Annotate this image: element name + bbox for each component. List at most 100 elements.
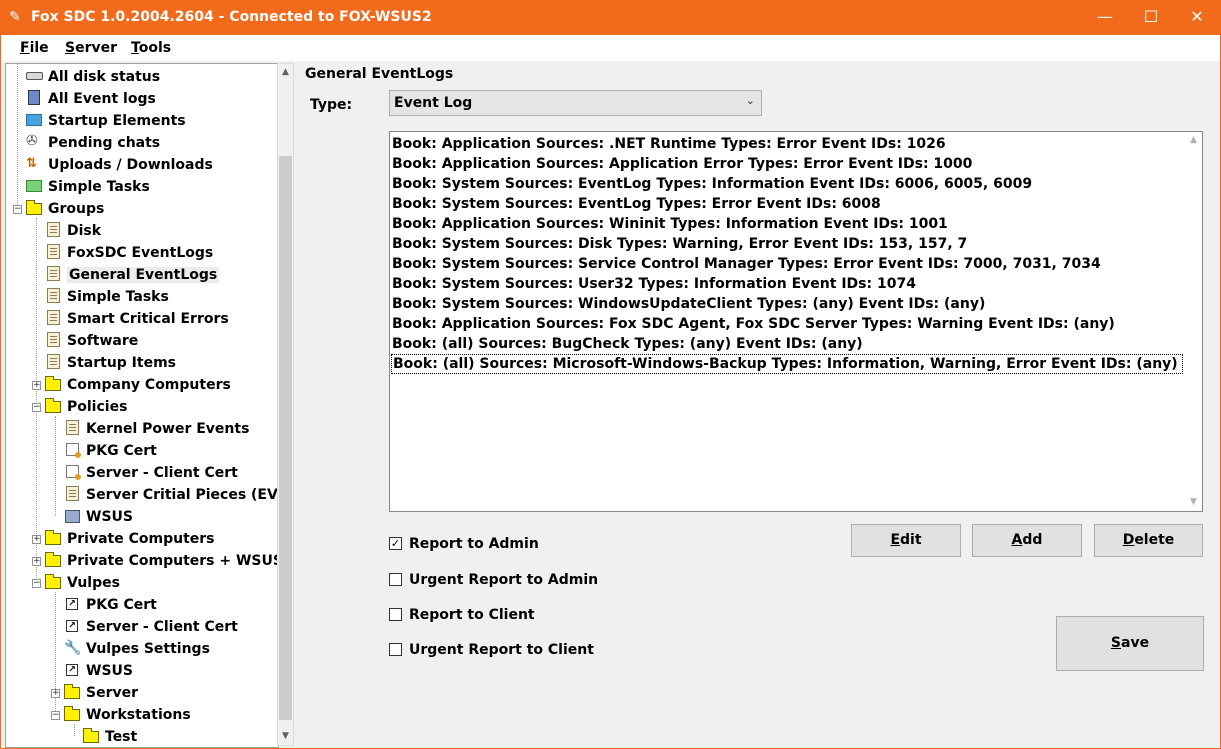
tree-item-private-computers[interactable]: Private Computers — [45, 528, 215, 550]
tree-item-all-event-logs[interactable]: All Event logs — [26, 88, 156, 110]
list-item[interactable]: Book: (all) Sources: BugCheck Types: (an… — [392, 334, 863, 354]
scroll-up-arrow-icon[interactable]: ▲ — [1185, 132, 1202, 149]
list-item[interactable]: Book: Application Sources: Fox SDC Agent… — [392, 314, 1115, 334]
tree-item-vulpes-server[interactable]: Server — [64, 682, 138, 704]
tree-item-disk[interactable]: Disk — [45, 220, 101, 242]
tree-item-vulpes-settings[interactable]: 🔧 Vulpes Settings — [64, 638, 210, 660]
certificate-icon — [66, 465, 81, 480]
menu-tools[interactable]: Tools — [131, 40, 171, 56]
save-button[interactable]: Save — [1056, 616, 1204, 671]
list-item[interactable]: Book: System Sources: User32 Types: Info… — [392, 274, 916, 294]
add-button[interactable]: Add — [972, 524, 1082, 557]
type-dropdown[interactable]: Event Log ⌄ — [389, 90, 762, 116]
scroll-up-arrow-icon[interactable]: ▲ — [278, 64, 293, 81]
tree-item-software[interactable]: Software — [45, 330, 138, 352]
collapse-toggle[interactable]: − — [13, 205, 22, 214]
type-dropdown-value: Event Log — [394, 95, 473, 111]
tree-item-workstations[interactable]: Workstations — [64, 704, 191, 726]
close-button[interactable]: ✕ — [1174, 1, 1220, 35]
tree-item-groups[interactable]: Groups — [26, 198, 104, 220]
tree-item-vulpes-wsus[interactable]: ↗ WSUS — [64, 660, 133, 682]
tree-item-general-eventlogs[interactable]: General EventLogs — [45, 264, 220, 286]
wrench-icon: 🔧 — [64, 640, 82, 656]
list-item[interactable]: Book: System Sources: EventLog Types: In… — [392, 174, 1032, 194]
event-log-icon — [28, 90, 40, 105]
policy-document-icon — [66, 420, 79, 435]
section-title: General EventLogs — [305, 66, 454, 82]
event-filter-list[interactable]: Book: Application Sources: .NET Runtime … — [389, 131, 1203, 512]
tree-scrollbar[interactable]: ▲ ▼ — [277, 63, 294, 746]
maximize-button[interactable]: ☐ — [1128, 1, 1174, 35]
list-item[interactable]: Book: System Sources: Service Control Ma… — [392, 254, 1101, 274]
list-item[interactable]: Book: Application Sources: Wininit Types… — [392, 214, 948, 234]
tree-item-pending-chats[interactable]: ✇ Pending chats — [26, 132, 160, 154]
tree-item-server-client-cert[interactable]: Server - Client Cert — [64, 462, 238, 484]
tree-item-server-critial-pieces[interactable]: Server Critial Pieces (EVT) — [64, 484, 278, 506]
checkbox-unchecked-icon[interactable] — [389, 643, 402, 656]
disk-icon — [26, 72, 43, 80]
list-item-selected[interactable]: Book: (all) Sources: Microsoft-Windows-B… — [391, 354, 1183, 374]
shortcut-icon: ↗ — [66, 620, 78, 632]
folder-icon — [45, 552, 61, 567]
tree-item-policies[interactable]: Policies — [45, 396, 127, 418]
collapse-toggle[interactable]: − — [51, 711, 60, 720]
list-item[interactable]: Book: System Sources: EventLog Types: Er… — [392, 194, 881, 214]
policy-document-icon — [47, 244, 60, 259]
tree-item-vulpes-pkg-cert[interactable]: ↗ PKG Cert — [64, 594, 157, 616]
tree-item-vulpes-server-client-cert[interactable]: ↗ Server - Client Cert — [64, 616, 238, 638]
tree-item-startup-items[interactable]: Startup Items — [45, 352, 176, 374]
menu-server[interactable]: Server — [65, 40, 117, 56]
expand-toggle[interactable]: + — [32, 535, 41, 544]
collapse-toggle[interactable]: − — [32, 579, 41, 588]
tree-item-simple-tasks[interactable]: Simple Tasks — [26, 176, 150, 198]
list-item[interactable]: Book: System Sources: Disk Types: Warnin… — [392, 234, 967, 254]
collapse-toggle[interactable]: − — [32, 403, 41, 412]
tree-item-foxsdc-eventlogs[interactable]: FoxSDC EventLogs — [45, 242, 213, 264]
scrollbar-thumb[interactable] — [279, 156, 292, 720]
list-scrollbar[interactable]: ▲ ▼ — [1185, 132, 1202, 511]
scroll-down-arrow-icon[interactable]: ▼ — [278, 728, 293, 745]
tree-item-simple-tasks-policy[interactable]: Simple Tasks — [45, 286, 169, 308]
fox-app-icon: ✎ — [9, 9, 21, 25]
folder-icon — [45, 376, 61, 391]
tree-item-wsus[interactable]: WSUS — [64, 506, 133, 528]
checkbox-checked-icon[interactable]: ✓ — [389, 537, 402, 550]
tree-item-startup-elements[interactable]: Startup Elements — [26, 110, 186, 132]
policy-document-icon — [47, 266, 60, 281]
shortcut-icon: ↗ — [66, 664, 78, 676]
expand-toggle[interactable]: + — [32, 557, 41, 566]
checkbox-unchecked-icon[interactable] — [389, 608, 402, 621]
certificate-icon — [66, 443, 81, 458]
tree-item-private-computers-wsus[interactable]: Private Computers + WSUS — [45, 550, 278, 572]
list-item[interactable]: Book: System Sources: WindowsUpdateClien… — [392, 294, 985, 314]
tree-item-kernel-power-events[interactable]: Kernel Power Events — [64, 418, 249, 440]
tree-item-all-disk-status[interactable]: All disk status — [26, 66, 160, 88]
policy-document-icon — [47, 310, 60, 325]
folder-icon — [45, 574, 61, 589]
shortcut-icon: ↗ — [66, 598, 78, 610]
expand-toggle[interactable]: + — [51, 689, 60, 698]
navigation-tree[interactable]: − + − + + − + − All disk status All Even… — [5, 63, 279, 748]
list-item[interactable]: Book: Application Sources: .NET Runtime … — [392, 134, 946, 154]
folder-icon — [45, 398, 61, 413]
tree-item-company-computers[interactable]: Company Computers — [45, 374, 231, 396]
list-item[interactable]: Book: Application Sources: Application E… — [392, 154, 972, 174]
menu-file[interactable]: File — [20, 40, 49, 56]
policy-document-icon — [66, 486, 79, 501]
delete-button[interactable]: Delete — [1094, 524, 1203, 557]
folder-icon — [45, 530, 61, 545]
scroll-down-arrow-icon[interactable]: ▼ — [1185, 494, 1202, 511]
tree-item-vulpes[interactable]: Vulpes — [45, 572, 120, 594]
chevron-down-icon: ⌄ — [745, 94, 755, 107]
expand-toggle[interactable]: + — [32, 381, 41, 390]
tree-item-pkg-cert[interactable]: PKG Cert — [64, 440, 157, 462]
upload-download-icon: ⇅ — [26, 156, 37, 171]
tree-item-uploads-downloads[interactable]: ⇅ Uploads / Downloads — [26, 154, 213, 176]
tree-guide-line — [36, 218, 37, 584]
edit-button[interactable]: Edit — [851, 524, 961, 557]
minimize-button[interactable]: — — [1082, 1, 1128, 35]
tree-guide-line — [55, 592, 56, 717]
checkbox-unchecked-icon[interactable] — [389, 573, 402, 586]
tree-item-test[interactable]: Test — [83, 726, 137, 747]
tree-item-smart-critical-errors[interactable]: Smart Critical Errors — [45, 308, 229, 330]
